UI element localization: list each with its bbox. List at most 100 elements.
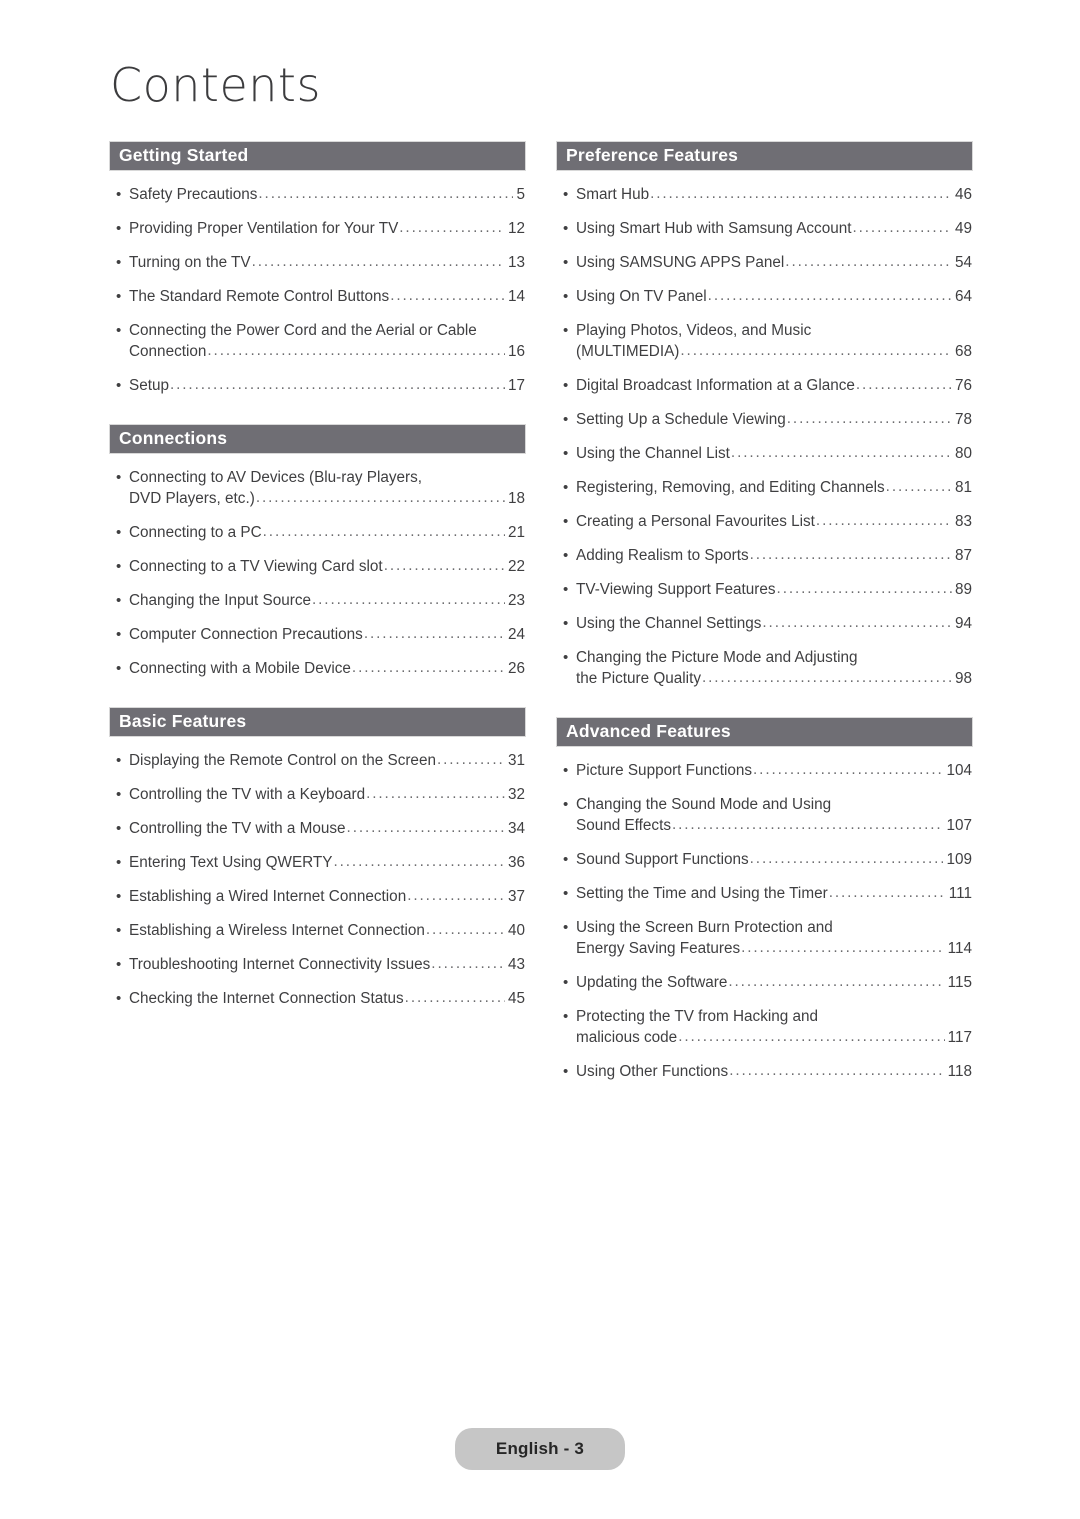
toc-entry-body: Changing the Sound Mode and Using Sound E… xyxy=(576,794,972,836)
toc-entry-title: Establishing a Wired Internet Connection xyxy=(129,888,407,905)
toc-entry-title: Checking the Internet Connection Status xyxy=(129,990,404,1007)
bullet-icon: • xyxy=(563,288,569,305)
toc-entry-body: Troubleshooting Internet Connectivity Is… xyxy=(129,954,525,975)
leader-dots: ........................................… xyxy=(671,816,944,833)
toc-entry[interactable]: • Connecting the Power Cord and the Aeria… xyxy=(110,320,525,362)
toc-entry-page-number: 26 xyxy=(507,660,525,677)
toc-entry[interactable]: • Setting the Time and Using the Timer...… xyxy=(557,883,972,904)
toc-entry-line: Using Smart Hub with Samsung Account....… xyxy=(576,218,972,239)
toc-entry[interactable]: • Changing the Sound Mode and Using Sound … xyxy=(557,794,972,836)
bullet-icon: • xyxy=(563,1063,569,1080)
toc-entry[interactable]: • Setup..................................… xyxy=(110,375,525,396)
toc-entry[interactable]: • Using SAMSUNG APPS Panel...............… xyxy=(557,252,972,273)
toc-entry[interactable]: • Picture Support Functions..............… xyxy=(557,760,972,781)
toc-entry-body: Registering, Removing, and Editing Chann… xyxy=(576,477,972,498)
toc-entry[interactable]: • Smart Hub..............................… xyxy=(557,184,972,205)
toc-entry[interactable]: • The Standard Remote Control Buttons....… xyxy=(110,286,525,307)
toc-entry[interactable]: • Updating the Software..................… xyxy=(557,972,972,993)
toc-entry[interactable]: • Connecting to AV Devices (Blu-ray Playe… xyxy=(110,467,525,509)
toc-entry-line: Sound Effects...........................… xyxy=(576,815,972,836)
page-number-label: English - 3 xyxy=(495,1439,585,1458)
toc-entry-line: Troubleshooting Internet Connectivity Is… xyxy=(129,954,525,975)
toc-entry[interactable]: • Turning on the TV......................… xyxy=(110,252,525,273)
toc-entry-line: DVD Players, etc.)......................… xyxy=(129,488,525,509)
bullet-icon: • xyxy=(116,592,122,609)
toc-entry-body: Connecting to AV Devices (Blu-ray Player… xyxy=(129,467,525,509)
toc-entry[interactable]: • Safety Precautions.....................… xyxy=(110,184,525,205)
toc-entry[interactable]: • Establishing a Wired Internet Connectio… xyxy=(110,886,525,907)
toc-entry-body: Computer Connection Precautions.........… xyxy=(129,624,525,645)
toc-entry-line: Setting the Time and Using the Timer....… xyxy=(576,883,972,904)
leader-dots: ........................................… xyxy=(729,1062,945,1079)
bullet-icon: • xyxy=(563,220,569,237)
toc-entry[interactable]: • Digital Broadcast Information at a Glan… xyxy=(557,375,972,396)
toc-entry[interactable]: • Using Smart Hub with Samsung Account...… xyxy=(557,218,972,239)
leader-dots: ........................................… xyxy=(399,219,505,236)
toc-entry-line: Sound Support Functions.................… xyxy=(576,849,972,870)
section-basic-features: Basic Features • Displaying the Remote Con… xyxy=(110,708,525,1009)
toc-entry[interactable]: • Checking the Internet Connection Status… xyxy=(110,988,525,1009)
toc-entry-title-cont: (MULTIMEDIA) xyxy=(576,343,680,360)
toc-entry-title: Safety Precautions xyxy=(129,186,258,203)
toc-entry-page-number: 114 xyxy=(947,940,972,957)
toc-entry[interactable]: • Displaying the Remote Control on the Sc… xyxy=(110,750,525,771)
toc-list: • Connecting to AV Devices (Blu-ray Playe… xyxy=(110,467,525,679)
toc-entry-title: Troubleshooting Internet Connectivity Is… xyxy=(129,956,431,973)
toc-entry-title: Establishing a Wireless Internet Connect… xyxy=(129,922,425,939)
toc-entry[interactable]: • Registering, Removing, and Editing Chan… xyxy=(557,477,972,498)
toc-entry[interactable]: • Entering Text Using QWERTY.............… xyxy=(110,852,525,873)
leader-dots: ........................................… xyxy=(885,478,952,495)
toc-entry[interactable]: • Using the Channel List.................… xyxy=(557,443,972,464)
toc-entry[interactable]: • Adding Realism to Sports...............… xyxy=(557,545,972,566)
toc-entry[interactable]: • Using the Screen Burn Protection and Ene… xyxy=(557,917,972,959)
toc-entry-page-number: 78 xyxy=(954,411,972,428)
bullet-icon: • xyxy=(563,615,569,632)
toc-entry-page-number: 49 xyxy=(954,220,972,237)
bullet-icon: • xyxy=(563,445,569,462)
toc-entry-title: Digital Broadcast Information at a Glanc… xyxy=(576,377,855,394)
leader-dots: ........................................… xyxy=(852,219,952,236)
toc-entry-line: Computer Connection Precautions.........… xyxy=(129,624,525,645)
toc-entry[interactable]: • Controlling the TV with a Keyboard.....… xyxy=(110,784,525,805)
section-header-connections: Connections xyxy=(110,425,525,453)
toc-entry[interactable]: • Using the Channel Settings.............… xyxy=(557,613,972,634)
toc-entry[interactable]: • Protecting the TV from Hacking and malic… xyxy=(557,1006,972,1048)
toc-entry-page-number: 5 xyxy=(516,186,525,203)
toc-entry[interactable]: • Playing Photos, Videos, and Music (MULTI… xyxy=(557,320,972,362)
bullet-icon: • xyxy=(116,469,122,486)
toc-entry-page-number: 31 xyxy=(507,752,525,769)
toc-entry[interactable]: • Using On TV Panel......................… xyxy=(557,286,972,307)
toc-entry[interactable]: • Connecting with a Mobile Device........… xyxy=(110,658,525,679)
toc-entry[interactable]: • Establishing a Wireless Internet Connec… xyxy=(110,920,525,941)
toc-entry-page-number: 22 xyxy=(507,558,525,575)
leader-dots: ........................................… xyxy=(730,444,952,461)
leader-dots: ........................................… xyxy=(333,853,505,870)
toc-entry[interactable]: • Setting Up a Schedule Viewing..........… xyxy=(557,409,972,430)
toc-entry[interactable]: • Using Other Functions..................… xyxy=(557,1061,972,1082)
toc-entry[interactable]: • Creating a Personal Favourites List....… xyxy=(557,511,972,532)
toc-entry-page-number: 68 xyxy=(954,343,972,360)
right-column: Preference Features • Smart Hub...........… xyxy=(557,142,972,1082)
leader-dots: ........................................… xyxy=(728,973,944,990)
bullet-icon: • xyxy=(116,660,122,677)
toc-entry[interactable]: • Controlling the TV with a Mouse........… xyxy=(110,818,525,839)
toc-entry[interactable]: • Providing Proper Ventilation for Your T… xyxy=(110,218,525,239)
bullet-icon: • xyxy=(563,254,569,271)
toc-entry[interactable]: • Connecting to a PC.....................… xyxy=(110,522,525,543)
toc-entry[interactable]: • Troubleshooting Internet Connectivity I… xyxy=(110,954,525,975)
toc-entry-page-number: 18 xyxy=(507,490,525,507)
bullet-icon: • xyxy=(116,558,122,575)
toc-entry-page-number: 104 xyxy=(946,762,972,779)
section-header-label: Connections xyxy=(119,428,228,449)
toc-entry[interactable]: • Connecting to a TV Viewing Card slot...… xyxy=(110,556,525,577)
toc-entry-line: Energy Saving Features..................… xyxy=(576,938,972,959)
toc-entry[interactable]: • Changing the Picture Mode and Adjusting… xyxy=(557,647,972,689)
toc-entry[interactable]: • Computer Connection Precautions........… xyxy=(110,624,525,645)
toc-entry[interactable]: • Sound Support Functions................… xyxy=(557,849,972,870)
toc-entry[interactable]: • Changing the Input Source..............… xyxy=(110,590,525,611)
toc-entry-body: Setting Up a Schedule Viewing...........… xyxy=(576,409,972,430)
toc-entry-body: Providing Proper Ventilation for Your TV… xyxy=(129,218,525,239)
toc-entry[interactable]: • TV-Viewing Support Features............… xyxy=(557,579,972,600)
bullet-icon: • xyxy=(116,524,122,541)
